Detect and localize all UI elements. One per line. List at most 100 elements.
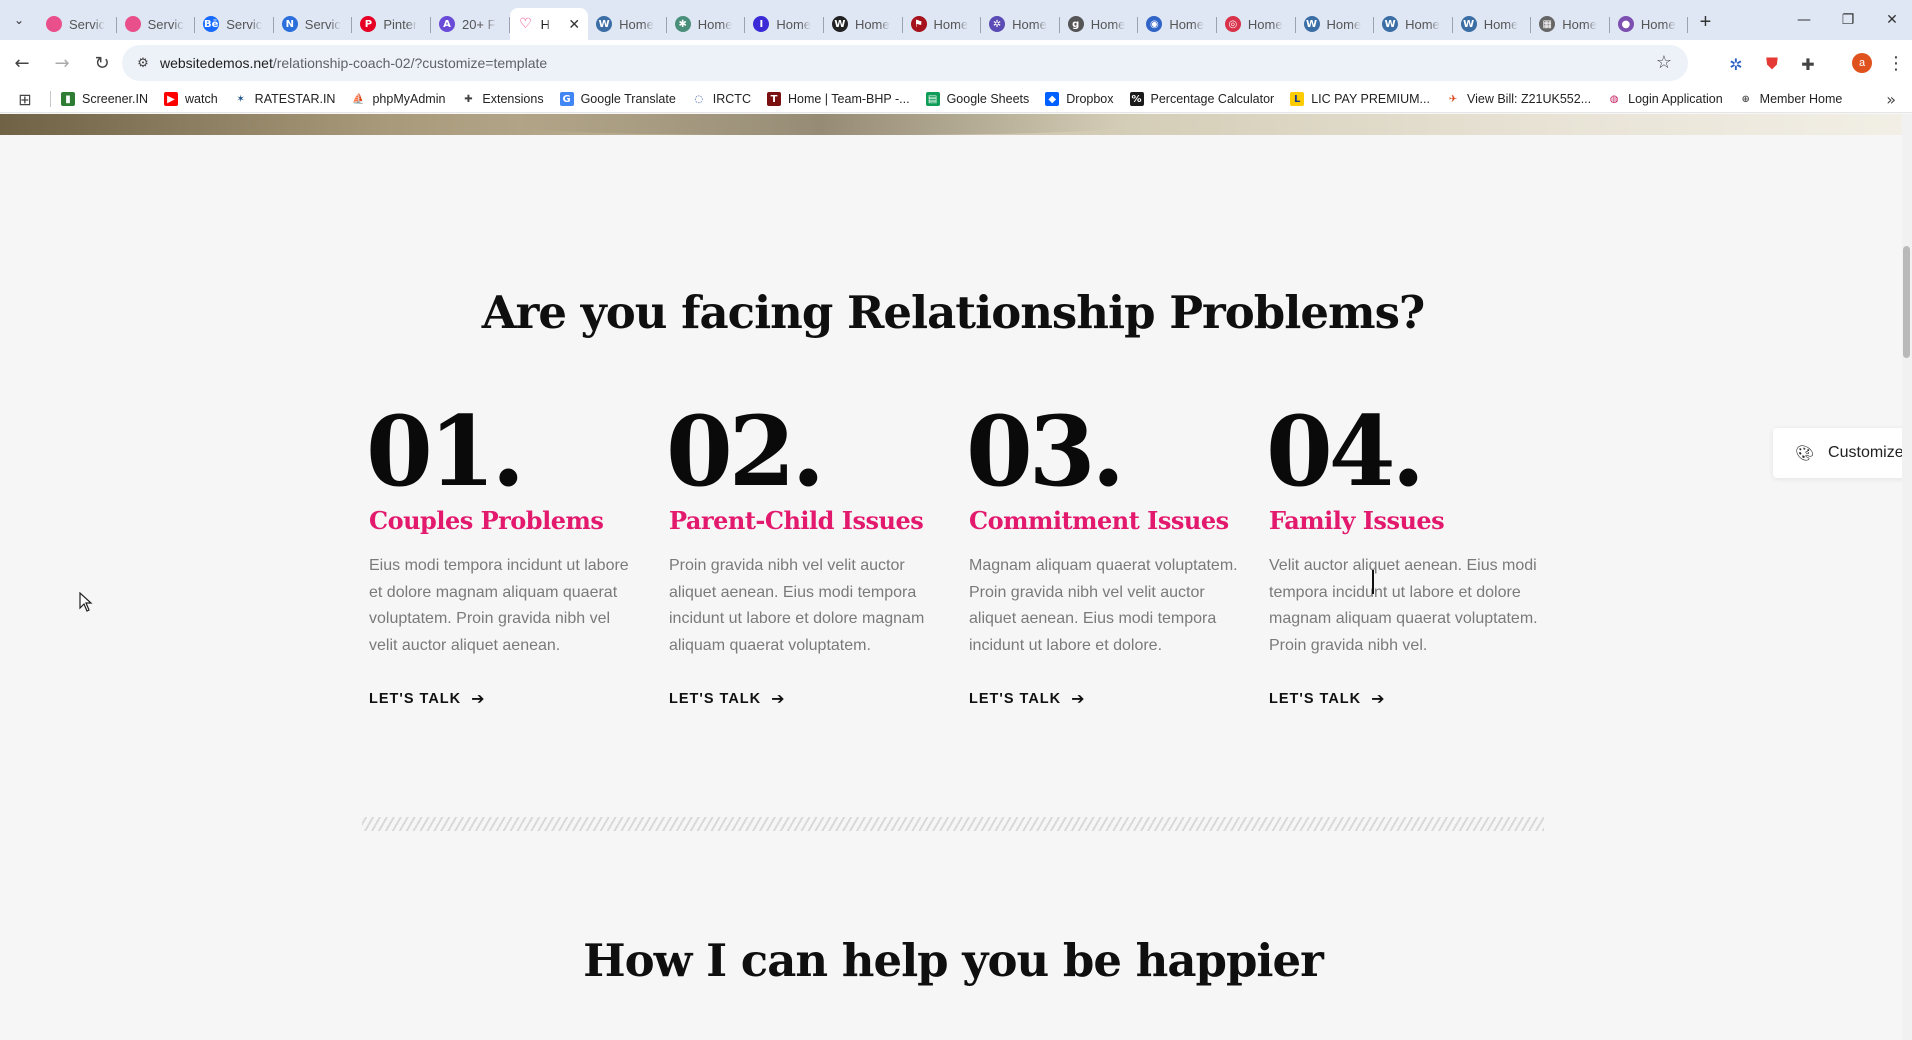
browser-tab[interactable]: W Home: [588, 8, 667, 40]
browser-tab[interactable]: W Home: [1296, 8, 1375, 40]
browser-tab[interactable]: W Home: [824, 8, 903, 40]
arrow-right-icon: ➔: [1371, 689, 1386, 708]
bookmark-item[interactable]: ✚ Extensions: [461, 92, 544, 106]
hero-image-bottom: [0, 114, 1912, 135]
bookmark-item[interactable]: ⛵ phpMyAdmin: [351, 92, 445, 106]
globe-icon: ⊕: [1738, 92, 1753, 106]
bookmark-item[interactable]: ◌ IRCTC: [691, 92, 751, 106]
lets-talk-link[interactable]: LET'S TALK ➔: [969, 689, 1086, 708]
browser-tab[interactable]: P Pinter: [352, 8, 431, 40]
bookmark-item[interactable]: ▮ Screener.IN: [61, 92, 148, 106]
text-cursor-icon: [1372, 570, 1374, 594]
profile-avatar[interactable]: a: [1852, 53, 1872, 73]
swirl-icon: ◎: [1224, 16, 1241, 32]
ratestar-icon: ✶: [233, 92, 248, 106]
tab-label: Home: [1090, 16, 1126, 32]
back-icon[interactable]: ←: [4, 45, 40, 81]
tab-strip: ⌄ Servic Servic Bē Servic N Servic P Pinter A 20+…: [0, 0, 1912, 40]
bookmark-item[interactable]: ◍ Login Application: [1607, 92, 1723, 106]
tab-label: Home: [619, 16, 654, 32]
tab-label: Home: [1169, 16, 1204, 32]
bookmark-label: Login Application: [1628, 92, 1723, 106]
wordpress-icon: W: [1303, 16, 1320, 32]
bookmark-item[interactable]: ✈ View Bill: Z21UK552...: [1445, 92, 1591, 106]
browser-tab[interactable]: ⚑ Home: [903, 8, 982, 40]
bookmark-item[interactable]: % Percentage Calculator: [1129, 92, 1274, 106]
bookmark-item[interactable]: ◆ Dropbox: [1045, 92, 1114, 106]
sparkle-icon: ✲: [989, 16, 1006, 32]
browser-tab[interactable]: ✲ Home: [981, 8, 1060, 40]
translate-icon: G: [559, 92, 574, 106]
bookmark-item[interactable]: ▤ Google Sheets: [925, 92, 1029, 106]
bookmark-star-icon[interactable]: ☆: [1656, 52, 1672, 73]
bookmark-label: LIC PAY PREMIUM...: [1311, 92, 1430, 106]
browser-tab[interactable]: Servic: [117, 8, 196, 40]
dropbox-icon: ◆: [1045, 92, 1060, 106]
arrow-right-icon: ➔: [771, 689, 786, 708]
extensions-puzzle-icon[interactable]: ✚: [1794, 50, 1822, 78]
new-tab-button[interactable]: +: [1688, 6, 1722, 38]
globe-icon: ◉: [1146, 16, 1163, 32]
calculator-icon: %: [1129, 92, 1144, 106]
tab-label: Home: [1483, 16, 1519, 32]
browser-tab[interactable]: ♡ H ✕: [509, 8, 589, 40]
w-logo-icon: W: [831, 16, 848, 32]
bookmark-item[interactable]: G Google Translate: [559, 92, 676, 106]
extension-shield-icon[interactable]: ⛊: [1758, 50, 1786, 78]
apps-grid-icon[interactable]: ⊞: [0, 90, 50, 109]
cta-label: LET'S TALK: [1269, 690, 1362, 707]
bookmark-item[interactable]: T Home | Team-BHP -...: [766, 92, 910, 106]
scrollbar[interactable]: [1902, 114, 1912, 1040]
problem-card: 01. Couples Problems Eius modi tempora inc…: [366, 404, 649, 709]
bookmark-label: watch: [185, 92, 218, 106]
browser-tab[interactable]: g Home: [1060, 8, 1139, 40]
browser-tab[interactable]: I Home: [745, 8, 824, 40]
bookmark-list: ▮ Screener.IN ▶ watch ✶ RATESTAR.IN ⛵ phpMyAdmi…: [61, 92, 1858, 106]
lic-icon: L: [1290, 92, 1305, 106]
bookmark-item[interactable]: ▶ watch: [164, 92, 218, 106]
browser-menu-icon[interactable]: ⋮: [1886, 50, 1906, 76]
tab-search-dropdown-icon[interactable]: ⌄: [0, 0, 38, 40]
site-info-icon[interactable]: ⚙: [126, 56, 160, 71]
forward-icon[interactable]: →: [44, 45, 80, 81]
bookmark-item[interactable]: L LIC PAY PREMIUM...: [1290, 92, 1430, 106]
browser-tab[interactable]: A 20+ F: [431, 8, 510, 40]
browser-tab[interactable]: ✱ Home: [667, 8, 746, 40]
lets-talk-link[interactable]: LET'S TALK ➔: [1269, 689, 1386, 708]
lets-talk-link[interactable]: LET'S TALK ➔: [369, 689, 486, 708]
browser-tab[interactable]: W Home: [1374, 8, 1453, 40]
wordpress-icon: W: [1460, 16, 1477, 32]
irctc-icon: ◌: [691, 92, 706, 106]
browser-tab[interactable]: Servic: [38, 8, 117, 40]
tab-label: Home: [1326, 16, 1362, 32]
mouse-cursor-icon: [79, 592, 93, 612]
browser-tab[interactable]: Bē Servic: [195, 8, 274, 40]
bookmark-label: Dropbox: [1066, 92, 1114, 106]
browser-tab[interactable]: ● Home: [1610, 8, 1689, 40]
bookmark-label: phpMyAdmin: [372, 92, 446, 106]
browser-tab[interactable]: ◉ Home: [1138, 8, 1217, 40]
card-title: Family Issues: [1269, 506, 1445, 535]
browser-tab[interactable]: N Servic: [274, 8, 353, 40]
address-bar[interactable]: ⚙ websitedemos.net/relationship-coach-02…: [122, 45, 1688, 81]
card-description: Velit auctor aliquet aenean. Eius modi t…: [1269, 557, 1538, 654]
more-bookmarks-icon[interactable]: »: [1886, 90, 1896, 109]
close-window-icon[interactable]: ✕: [1864, 0, 1912, 40]
scrollbar-thumb[interactable]: [1903, 246, 1910, 358]
tab-label: Home: [776, 16, 812, 32]
bookmark-label: Extensions: [482, 92, 544, 106]
bookmark-item[interactable]: ⊕ Member Home: [1738, 92, 1842, 106]
bookmark-item[interactable]: ✶ RATESTAR.IN: [233, 92, 335, 106]
browser-tab[interactable]: ▦ Home: [1531, 8, 1610, 40]
problem-card: 02. Parent-Child Issues Proin gravida nibh…: [666, 404, 949, 709]
browser-tab[interactable]: ◎ Home: [1217, 8, 1296, 40]
lets-talk-link[interactable]: LET'S TALK ➔: [669, 689, 786, 708]
customize-button[interactable]: 🎨︎ Customize: [1773, 428, 1912, 478]
card-title: Commitment Issues: [969, 506, 1229, 535]
reload-icon[interactable]: ↻: [84, 45, 120, 81]
browser-tab[interactable]: W Home: [1453, 8, 1532, 40]
close-tab-icon[interactable]: ✕: [568, 16, 580, 33]
tab-list: Servic Servic Bē Servic N Servic P Pinter A 20+ F…: [38, 0, 1689, 40]
extension-globe-icon[interactable]: ✲: [1722, 50, 1750, 78]
url-text[interactable]: websitedemos.net/relationship-coach-02/?…: [160, 55, 547, 71]
